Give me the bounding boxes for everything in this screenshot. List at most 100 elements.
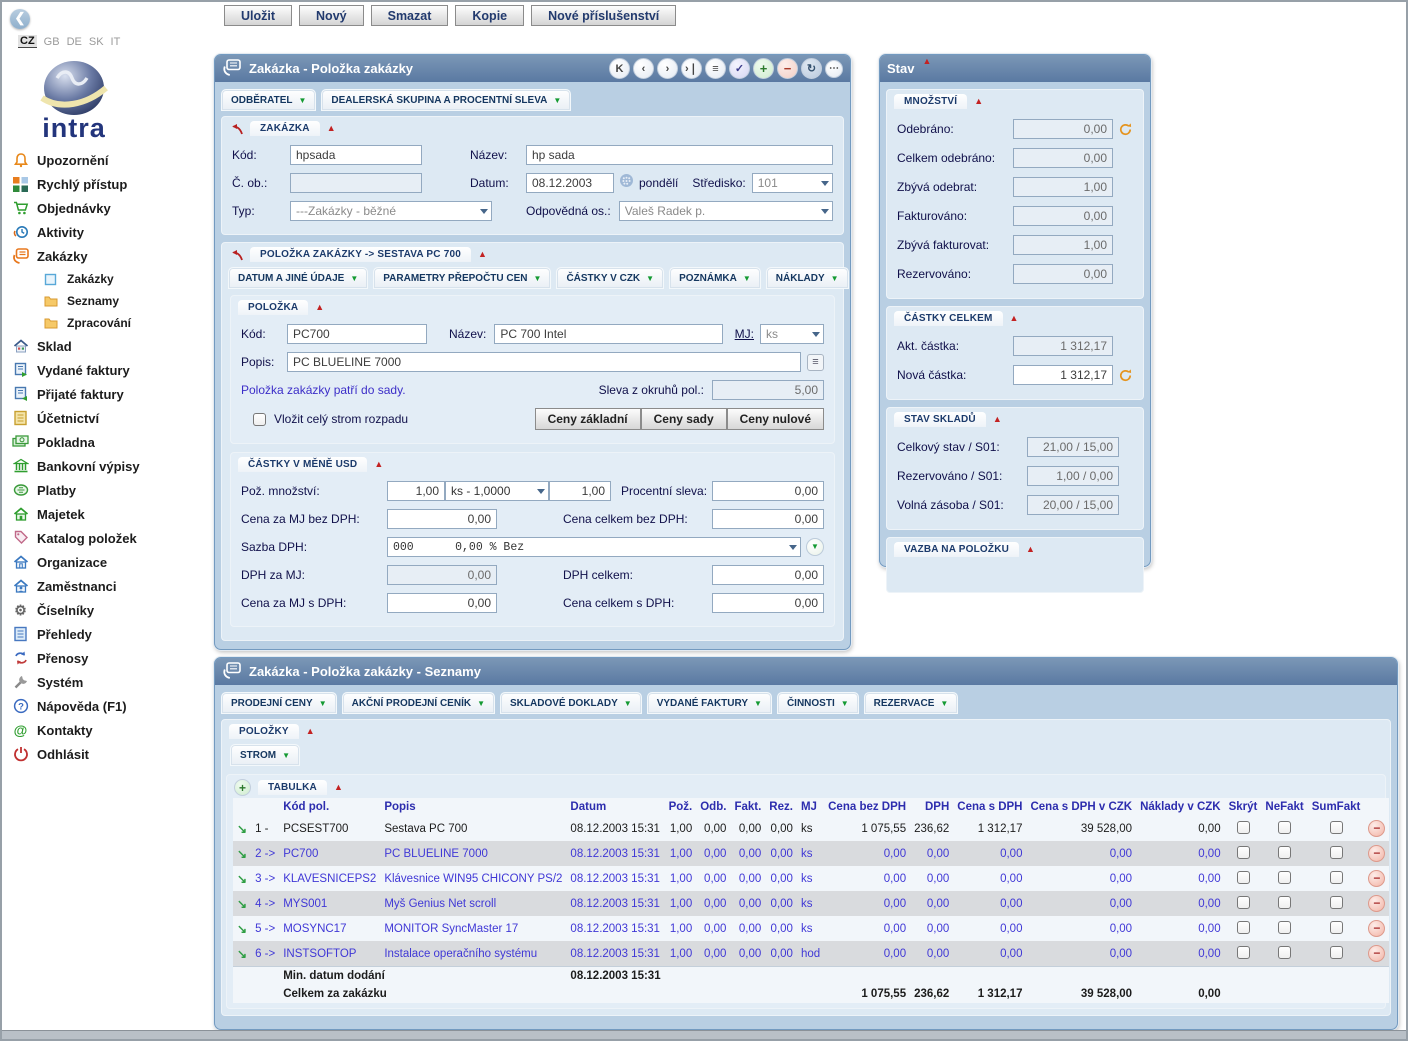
back-arrow-icon[interactable] [229,123,243,135]
collapse-triangle-icon[interactable]: ▲ [478,250,487,259]
sidebar-item-prenosy[interactable]: Přenosy [12,646,210,670]
collapse-triangle-icon[interactable]: ▲ [327,124,336,133]
collapse-triangle-icon[interactable]: ▲ [306,727,315,736]
sidebar-subitem-seznamy[interactable]: Seznamy [12,290,210,312]
datum-input[interactable] [526,173,614,193]
language-it[interactable]: IT [111,36,121,48]
col-rez[interactable]: Rez. [765,798,797,816]
zbyva-fakturovat-input[interactable] [1013,235,1113,255]
sidebar-item-odhlasit[interactable]: Odhlásit [12,742,210,766]
odebrano-input[interactable] [1013,119,1113,139]
delete-row-button[interactable]: − [1368,920,1385,937]
poz-mnozstvi-input[interactable] [387,481,445,501]
row-code-link[interactable]: MYS001 [279,891,380,916]
language-cz[interactable]: CZ [18,35,37,48]
cena-mj-bez-input[interactable] [387,509,497,529]
collapse-triangle-icon[interactable]: ▲ [1026,545,1035,554]
tab-dealerska-skupina[interactable]: DEALERSKÁ SKUPINA A PROCENTNÍ SLEVA▼ [321,89,571,111]
sumfakt-checkbox[interactable] [1330,821,1343,834]
row-popis-link[interactable]: Myš Genius Net scroll [380,891,566,916]
ceny-nulove-button[interactable]: Ceny nulové [727,408,824,430]
more-button[interactable]: ⋯ [825,60,843,78]
row-arrow-icon[interactable]: ↘ [237,847,247,861]
language-sk[interactable]: SK [89,36,104,48]
fakturovano-input[interactable] [1013,206,1113,226]
strom-button[interactable]: STROM▼ [230,744,300,766]
sidebar-item-katalog-polozek[interactable]: Katalog položek [12,526,210,550]
cena-celkem-bez-input[interactable] [712,509,824,529]
sidebar-subitem-zpracovani[interactable]: Zpracování [12,312,210,334]
sidebar-item-pokladna[interactable]: Pokladna [12,430,210,454]
sleva-input[interactable] [712,380,824,400]
nazev-input[interactable] [526,145,833,165]
odpovedna-select[interactable]: Valeš Radek p. [619,201,833,221]
new-accessory-button[interactable]: Nové příslušenství [531,5,676,26]
collapse-triangle-icon[interactable]: ▲ [993,415,1002,424]
tab-parametry-prepoctu-cen[interactable]: PARAMETRY PŘEPOČTU CEN▼ [373,267,551,289]
sumfakt-checkbox[interactable] [1330,871,1343,884]
tab-vydane-faktury[interactable]: VYDANÉ FAKTURY▼ [647,692,772,714]
col-naklady-czk[interactable]: Náklady v CZK [1136,798,1225,816]
sidebar-item-upozorneni[interactable]: Upozornění [12,148,210,172]
collapse-triangle-icon[interactable]: ▲ [974,97,983,106]
nav-next-button[interactable]: › [657,58,678,79]
new-button[interactable]: Nový [299,5,364,26]
sidebar-item-ucetnictvi[interactable]: Účetnictví [12,406,210,430]
dph-celkem-input[interactable] [712,565,824,585]
sidebar-item-vydane-faktury[interactable]: Vydané faktury [12,358,210,382]
delete-row-button[interactable]: − [1368,820,1385,837]
sidebar-item-ciselniky[interactable]: ⚙ Číselníky [12,598,210,622]
sidebar-item-prehledy[interactable]: Přehledy [12,622,210,646]
language-de[interactable]: DE [67,36,82,48]
row-arrow-icon[interactable]: ↘ [237,897,247,911]
calendar-icon[interactable] [619,173,634,193]
col-odb[interactable]: Odb. [696,798,730,816]
nefakt-checkbox[interactable] [1278,821,1291,834]
remove-record-button[interactable]: − [777,58,798,79]
col-popis[interactable]: Popis [380,798,566,816]
sidebar-item-sklad[interactable]: Sklad [12,334,210,358]
row-arrow-icon[interactable]: ↘ [237,922,247,936]
popis-input[interactable] [287,352,801,372]
col-nefakt[interactable]: NeFakt [1261,798,1307,816]
mj-select[interactable]: ks [760,324,824,344]
delete-row-button[interactable]: − [1368,895,1385,912]
row-popis-link[interactable]: PC BLUELINE 7000 [380,841,566,866]
refresh-icon[interactable] [1118,368,1133,383]
dph-za-mj-input[interactable] [387,565,497,585]
tab-odberatel[interactable]: ODBĚRATEL▼ [221,89,316,111]
celkovy-stav-input[interactable] [1027,437,1119,457]
skryt-checkbox[interactable] [1237,896,1250,909]
back-arrow-icon[interactable] [229,249,243,261]
sidebar-item-napoveda[interactable]: ? Nápověda (F1) [12,694,210,718]
nefakt-checkbox[interactable] [1278,896,1291,909]
row-arrow-icon[interactable]: ↘ [237,947,247,961]
sidebar-item-zamestnanci[interactable]: Zaměstnanci [12,574,210,598]
sidebar-item-platby[interactable]: Platby [12,478,210,502]
collapse-triangle-icon[interactable]: ▲ [374,460,383,469]
sidebar-item-system[interactable]: Systém [12,670,210,694]
col-datum[interactable]: Datum [566,798,664,816]
col-cena-s-dph-czk[interactable]: Cena s DPH v CZK [1026,798,1136,816]
sazba-dropdown-button[interactable]: ▼ [806,538,824,556]
sidebar-item-objednavky[interactable]: Objednávky [12,196,210,220]
nav-prev-button[interactable]: ‹ [633,58,654,79]
col-kod-pol[interactable]: Kód pol. [279,798,380,816]
sidebar-item-aktivity[interactable]: Aktivity [12,220,210,244]
skryt-checkbox[interactable] [1237,846,1250,859]
tab-akcni-prodejni-cenik[interactable]: AKČNÍ PRODEJNÍ CENÍK▼ [342,692,495,714]
stredisko-select[interactable]: 101 [752,173,833,193]
col-dph[interactable]: DPH [910,798,953,816]
cena-mj-s-input[interactable] [387,593,497,613]
sidebar-item-rychly-pristup[interactable]: Rychlý přístup [12,172,210,196]
row-arrow-icon[interactable]: ↘ [237,822,247,836]
typ-select[interactable]: ---Zakázky - běžné [290,201,492,221]
nefakt-checkbox[interactable] [1278,871,1291,884]
sumfakt-checkbox[interactable] [1330,946,1343,959]
refresh-button[interactable]: ↻ [801,58,822,79]
intra-logo[interactable]: intra [14,58,134,144]
sidebar-item-kontakty[interactable]: @ Kontakty [12,718,210,742]
text-lines-icon[interactable]: ≡ [807,354,824,371]
col-cena-s-dph[interactable]: Cena s DPH [953,798,1026,816]
nav-first-button[interactable]: K [609,58,630,79]
